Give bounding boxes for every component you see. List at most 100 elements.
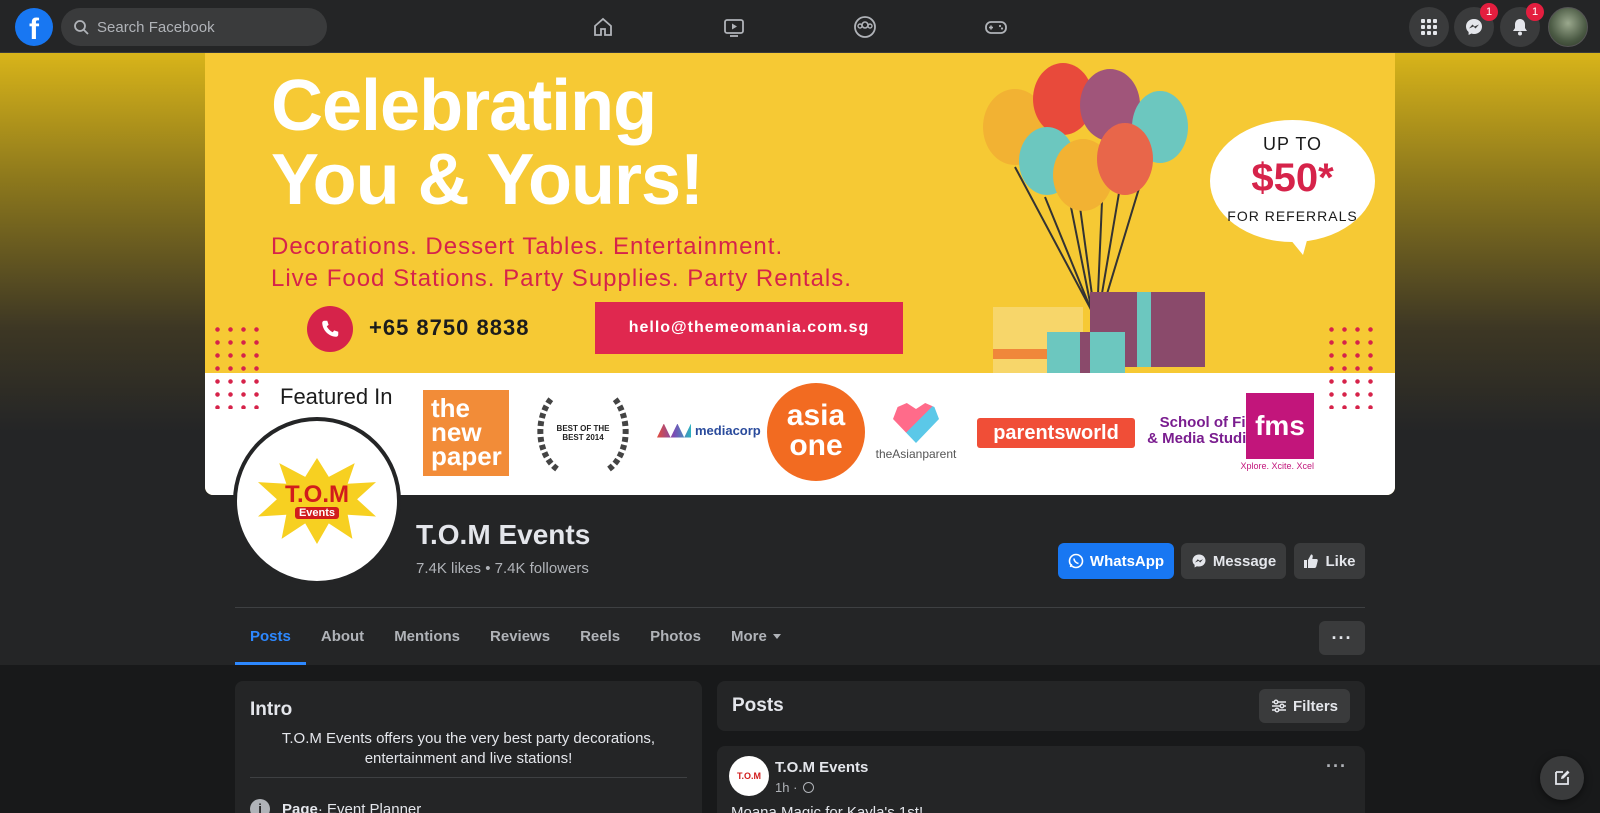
asiaone-text-2: one [789,429,843,462]
page-type-label: Page [282,800,318,813]
page-stats[interactable]: 7.4K likes • 7.4K followers [416,560,589,577]
info-icon: i [250,799,270,813]
like-page-button[interactable]: Like [1294,543,1365,579]
messenger-icon [1192,554,1206,568]
tab-mentions-label: Mentions [394,628,461,645]
post-more-dots-icon: ··· [1326,756,1347,776]
page-options-button[interactable]: ··· [1319,621,1365,655]
message-button[interactable]: Message [1181,543,1286,579]
grid-menu-icon [1421,19,1437,35]
logo-sub-text: Events [294,507,340,519]
tab-posts[interactable]: Posts [235,608,306,665]
more-dots-icon: ··· [1331,627,1353,648]
video-icon [724,19,744,37]
whatsapp-icon [1068,553,1084,569]
referral-bubble: UP TO $50* FOR REFERRALS [1210,120,1375,242]
intro-card: Intro T.O.M Events offers you the very b… [235,681,702,813]
tab-reels[interactable]: Reels [565,608,635,665]
intro-divider [250,777,687,778]
messenger-button[interactable]: 1 [1454,3,1498,47]
tab-reels-label: Reels [580,628,621,645]
mediacorp-logo: mediacorp [657,423,761,438]
tab-photos-label: Photos [650,628,701,645]
groups-nav-button[interactable] [848,10,882,44]
post-timestamp[interactable]: 1h · [775,780,797,795]
balloons-illustration [983,63,1205,387]
bell-icon [1513,19,1527,36]
featured-in-label: Featured In [280,384,393,409]
messenger-icon [1466,19,1482,35]
search-input[interactable] [97,18,297,36]
compose-icon [1555,770,1570,785]
tab-about-label: About [320,628,365,645]
profile-picture[interactable]: T.O.M Events [233,417,401,585]
cover-services-line-1: Decorations. Dessert Tables. Entertainme… [271,233,784,260]
page-type-value[interactable]: · Event Planner [318,801,421,813]
post-author-avatar[interactable]: T.O.M [729,756,769,796]
gaming-nav-button[interactable] [979,10,1013,44]
school-of-film-logo: School of Film & Media Studies fms Xplor… [1145,393,1320,477]
phone-icon [307,306,353,352]
menu-button[interactable] [1409,7,1449,47]
the-new-paper-logo: the new paper [423,390,509,476]
caret-down-icon [772,634,781,639]
notifications-badge: 1 [1526,3,1544,21]
referral-label: FOR REFERRALS [1227,208,1358,224]
video-nav-button[interactable] [717,10,751,44]
asianparent-text: theAsianparent [875,447,957,461]
globe-icon [803,782,815,793]
tab-mentions[interactable]: Mentions [379,608,475,665]
notifications-button[interactable]: 1 [1500,3,1544,47]
top-navigation-bar: f 1 1 [0,0,1600,53]
page-tabs: Posts About Mentions Reviews Reels Photo… [235,608,796,665]
intro-description: T.O.M Events offers you the very best pa… [281,730,656,767]
post-text: Moana Magic for Kayla's 1st! [731,804,924,813]
the-asianparent-logo: theAsianparent [868,403,964,461]
search-icon [74,20,89,35]
sfm-mark: fms [1246,393,1314,459]
post-meta: 1h · [775,780,815,795]
mediacorp-text: mediacorp [695,423,761,438]
tab-about[interactable]: About [306,608,379,665]
asiaone-logo: asia one [767,383,865,481]
heart-icon [893,403,939,443]
cover-phone-number: +65 8750 8838 [369,315,530,340]
asiaone-text-1: asia [786,399,846,432]
cover-headline-line-2: You & Yours! [271,140,704,220]
tom-events-logo: T.O.M Events [258,458,376,544]
referral-up-to: UP TO [1262,134,1323,154]
referral-bubble-tail [1285,233,1309,255]
filters-icon [1271,699,1286,713]
whatsapp-label: WhatsApp [1089,552,1165,570]
tab-photos[interactable]: Photos [635,608,716,665]
post-options-button[interactable]: ··· [1326,756,1347,777]
tab-reviews-label: Reviews [490,628,551,645]
message-label: Message [1212,552,1277,570]
referral-amount: $50* [1251,156,1334,200]
posts-title: Posts [732,695,784,716]
home-nav-button[interactable] [586,10,620,44]
account-avatar[interactable] [1548,7,1588,47]
like-label: Like [1325,552,1356,570]
mediacorp-mark-icon [657,423,691,438]
facebook-logo[interactable]: f [15,8,53,46]
tab-more[interactable]: More [716,608,796,665]
post-author-name[interactable]: T.O.M Events [775,759,868,776]
cover-services: Decorations. Dessert Tables. Entertainme… [271,231,852,295]
thumbs-up-icon [1304,554,1319,568]
page-title: T.O.M Events [416,519,591,550]
groups-icon [854,16,876,38]
new-message-button[interactable] [1540,756,1584,800]
cover-photo[interactable]: Celebrating You & Yours! Decorations. De… [205,53,1395,495]
tab-reviews[interactable]: Reviews [475,608,565,665]
post-card: T.O.M T.O.M Events 1h · ··· Moana Magic … [717,746,1365,813]
gamepad-icon [985,21,1007,34]
cover-headline-line-1: Celebrating [271,66,657,146]
filters-button[interactable]: Filters [1258,689,1350,723]
cover-services-line-2: Live Food Stations. Party Supplies. Part… [271,265,852,292]
whatsapp-button[interactable]: WhatsApp [1058,543,1174,579]
search-box[interactable] [61,8,327,46]
cover-email: hello@themeomania.com.sg [595,302,903,354]
home-icon [594,17,612,36]
tab-posts-label: Posts [250,628,291,645]
